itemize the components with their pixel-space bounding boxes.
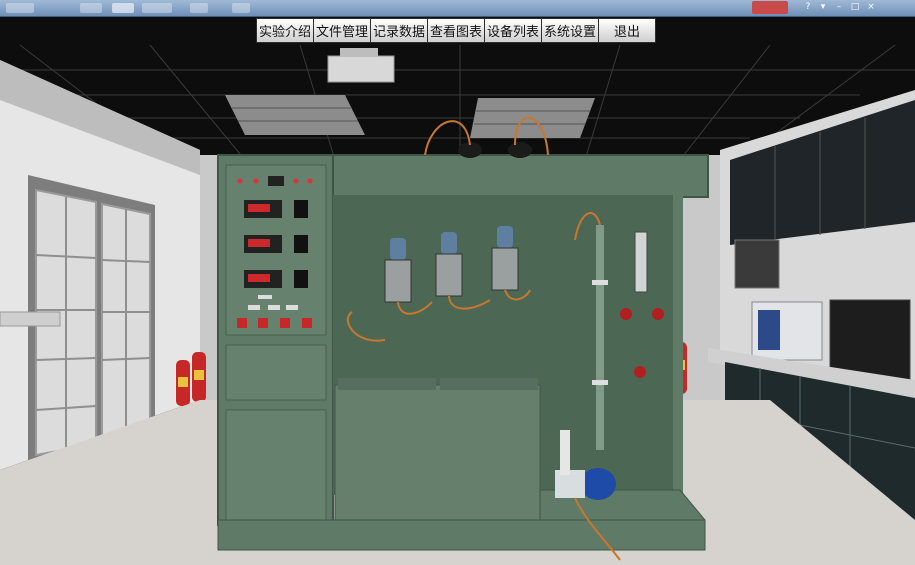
menu-system-settings-button[interactable]: 系统设置	[541, 18, 599, 43]
wall-monitor	[734, 239, 780, 289]
main-menu: 实验介绍 文件管理 记录数据 查看图表 设备列表 系统设置 退出	[256, 18, 656, 43]
water-tank	[334, 384, 541, 526]
menu-device-list-button[interactable]: 设备列表	[484, 18, 542, 43]
title-bar-tab[interactable]	[6, 3, 34, 13]
window-title-bar: ? ▾ – □ ×	[0, 0, 915, 17]
menu-record-data-button[interactable]: 记录数据	[370, 18, 428, 43]
title-bar-tab-active[interactable]	[112, 3, 134, 13]
menu-file-management-button[interactable]: 文件管理	[313, 18, 371, 43]
title-bar-tab[interactable]	[190, 3, 208, 13]
close-icon[interactable]: ×	[866, 3, 876, 12]
ceiling-light-left	[225, 95, 365, 135]
flowmeter	[634, 231, 648, 293]
menu-view-charts-button[interactable]: 查看图表	[427, 18, 485, 43]
settings-icon[interactable]: ▾	[818, 3, 828, 12]
title-bar-tab[interactable]	[142, 3, 172, 13]
menu-exit-button[interactable]: 退出	[598, 18, 656, 43]
ceiling-projector	[327, 55, 395, 83]
help-icon[interactable]: ?	[803, 3, 813, 12]
title-bar-tab[interactable]	[232, 3, 250, 13]
title-bar-red-button[interactable]	[752, 1, 788, 14]
app-window: ? ▾ – □ × 实验介绍 文件管理 记录数据 查看图表 设备列表 系统设置 …	[0, 0, 915, 565]
experiment-apparatus[interactable]	[217, 116, 709, 561]
menu-experiment-intro-button[interactable]: 实验介绍	[256, 18, 314, 43]
canopy	[332, 154, 709, 198]
water-pump	[580, 468, 616, 500]
column	[596, 225, 604, 450]
title-bar-tab[interactable]	[80, 3, 102, 13]
lab-scene	[0, 0, 915, 565]
maximize-icon[interactable]: □	[850, 3, 860, 12]
minimize-icon[interactable]: –	[834, 3, 844, 12]
